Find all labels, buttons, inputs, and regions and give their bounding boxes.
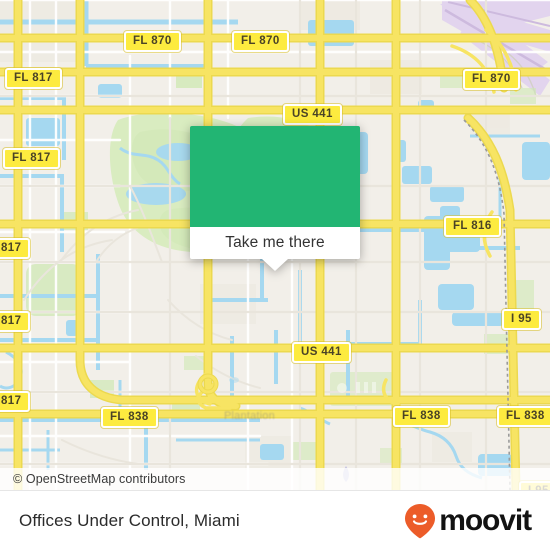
road-shield[interactable]: FL 838 [393,406,450,427]
road-shield[interactable]: FL 838 [497,406,550,427]
map-attribution: © OpenStreetMap contributors [0,468,550,490]
map-canvas[interactable]: .w{fill:none;stroke:#a5d8f0;} .wf{fill:#… [0,0,550,490]
road-shield[interactable]: FL 817 [5,68,62,89]
road-shield[interactable]: FL 870 [124,31,181,52]
moovit-wordmark: moovit [439,503,532,537]
moovit-pin-icon [405,503,436,538]
road-shield[interactable]: FL 870 [463,69,520,90]
page-title: Offices Under Control, Miami [19,510,240,530]
popup-image-placeholder [190,126,360,227]
road-shield[interactable]: 817 [0,391,31,412]
place-label-plantation: Plantation [224,410,275,422]
moovit-logo[interactable]: moovit [403,503,532,539]
page-footer: Offices Under Control, Miami moovit [0,490,550,550]
map-popup[interactable]: Take me there [190,126,360,271]
road-shield[interactable]: FL 816 [444,216,501,237]
road-shield[interactable]: I 95 [502,309,541,330]
attribution-text: © OpenStreetMap contributors [13,472,186,486]
road-shield[interactable]: FL 870 [232,31,289,52]
popup-pointer [262,259,288,271]
road-shield[interactable]: 817 [0,238,31,259]
road-shield[interactable]: FL 838 [101,407,158,428]
road-shield[interactable]: 817 [0,311,31,332]
road-shield[interactable]: US 441 [292,342,351,363]
take-me-there-button[interactable]: Take me there [190,227,360,259]
road-shield[interactable]: US 441 [283,104,342,125]
road-shield[interactable]: FL 817 [3,148,60,169]
moovit-map-page: .w{fill:none;stroke:#a5d8f0;} .wf{fill:#… [0,0,550,550]
